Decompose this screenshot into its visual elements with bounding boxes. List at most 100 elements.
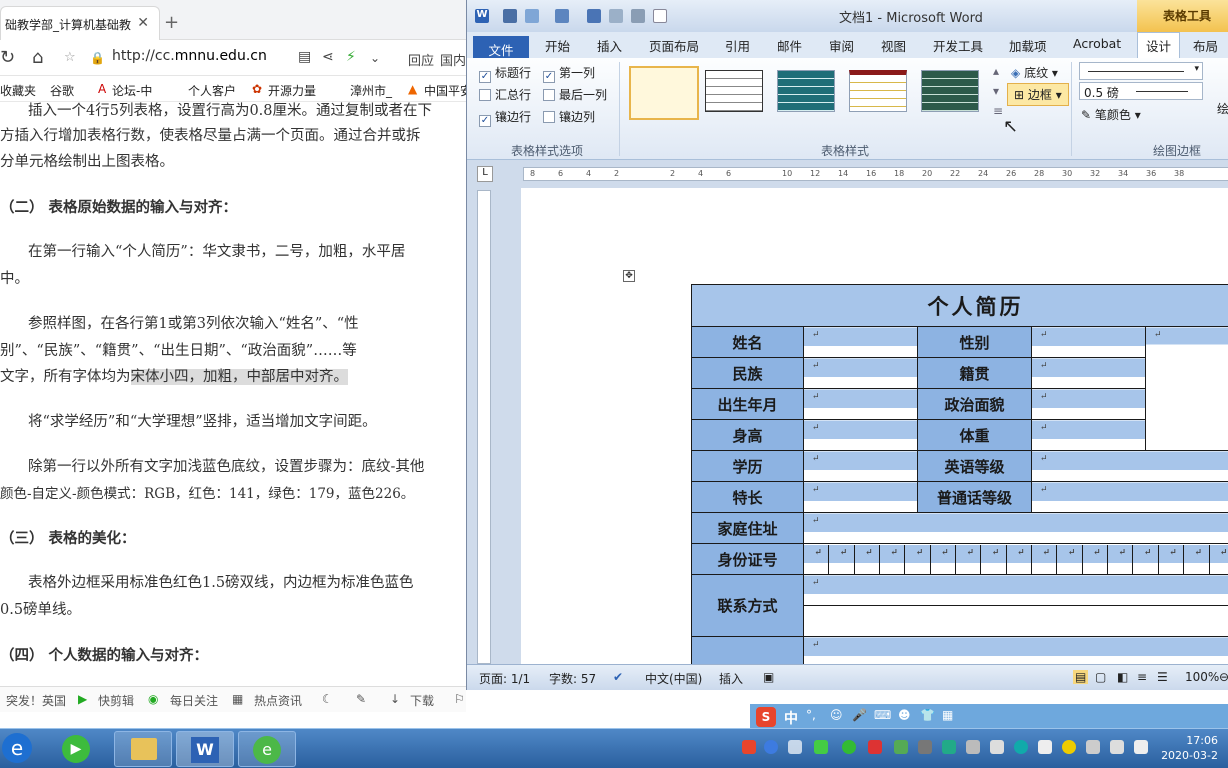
cell-birth[interactable]: ↵ xyxy=(803,388,918,420)
horizontal-ruler[interactable]: 8 6 4 2 2 4 6 10 12 14 16 18 20 22 24 26 28 30 32 34 36 38 xyxy=(523,167,1228,181)
taskbar-word[interactable]: W xyxy=(176,731,234,767)
table-style-gold[interactable] xyxy=(849,70,907,112)
checkbox-banded-rows[interactable]: ✓ 镶边行 xyxy=(479,108,531,127)
refresh-icon[interactable]: ↻ xyxy=(0,47,15,68)
bluetooth-icon[interactable] xyxy=(966,740,980,754)
label-english[interactable]: 英语等级 xyxy=(917,450,1032,482)
idcard-digit-cell[interactable]: ↵ xyxy=(1108,544,1134,574)
label-skill[interactable]: 特长 xyxy=(691,481,804,513)
security-icon[interactable] xyxy=(942,740,956,754)
status-news[interactable]: 突发！英国 xyxy=(6,692,66,709)
label-empty[interactable] xyxy=(691,636,804,668)
print-icon[interactable] xyxy=(631,9,645,23)
label-contact[interactable]: 联系方式 xyxy=(691,574,804,637)
reader-icon[interactable]: ▤ xyxy=(298,49,311,65)
gallery-down-icon[interactable]: ▾ xyxy=(993,84,999,98)
home-icon[interactable]: ⌂ xyxy=(32,47,43,68)
idcard-digit-cell[interactable]: ↵ xyxy=(880,544,906,574)
cell-address[interactable]: ↵ xyxy=(802,512,1228,544)
idcard-digit-cell[interactable]: ↵ xyxy=(930,544,957,574)
tray-plus-icon[interactable] xyxy=(1062,740,1076,754)
grid-icon[interactable]: ▦ xyxy=(942,708,953,722)
checkbox-total-row[interactable]: 汇总行 xyxy=(479,86,531,103)
vertical-ruler[interactable] xyxy=(477,190,491,664)
tab-acrobat[interactable]: Acrobat xyxy=(1073,36,1121,51)
idcard-digit-cell[interactable]: ↵ xyxy=(804,544,830,574)
text-effect-icon[interactable] xyxy=(525,9,539,23)
tab-developer[interactable]: 开发工具 xyxy=(933,36,983,55)
cell-ethnic[interactable]: ↵ xyxy=(803,357,918,389)
punct-icon[interactable]: °, xyxy=(806,708,816,722)
idcard-digit-cell[interactable]: ↵ xyxy=(981,544,1007,574)
tab-design[interactable]: 设计 xyxy=(1137,32,1181,58)
tab-references[interactable]: 引用 xyxy=(725,36,750,55)
cell-name[interactable]: ↵ xyxy=(803,326,918,358)
idcard-digit-cell[interactable]: ↵ xyxy=(1133,544,1159,574)
sogou-ime-icon[interactable]: S xyxy=(756,707,776,727)
label-weight[interactable]: 体重 xyxy=(917,419,1032,451)
chevron-down-icon[interactable]: ⌄ xyxy=(370,51,380,65)
print-preview-icon[interactable] xyxy=(609,9,623,23)
pen-color-button[interactable]: ✎ 笔颜色 ▾ xyxy=(1081,106,1141,123)
speaker-icon[interactable] xyxy=(1110,740,1124,754)
tray-play-icon[interactable] xyxy=(842,740,856,754)
user-icon[interactable]: ☻ xyxy=(898,708,911,722)
macro-icon[interactable]: ▣ xyxy=(763,670,774,684)
cell-english[interactable]: ↵ xyxy=(1030,450,1228,482)
draft-icon[interactable]: ☰ xyxy=(1157,670,1168,684)
bolt-icon[interactable]: ⚡ xyxy=(346,49,356,65)
label-ethnic[interactable]: 民族 xyxy=(691,357,804,389)
tray-alert-icon[interactable] xyxy=(868,740,882,754)
bookmark-forum[interactable]: 论坛-中 xyxy=(112,82,152,99)
label-politics[interactable]: 政治面貌 xyxy=(917,388,1032,420)
bookmark-personal[interactable]: 个人客户 xyxy=(188,82,236,99)
print-layout-icon[interactable]: ▤ xyxy=(1073,670,1089,684)
shading-button[interactable]: ◈ 底纹 ▾ xyxy=(1011,64,1058,81)
label-name[interactable]: 姓名 xyxy=(691,326,804,358)
browser-tab[interactable]: 础教学部_计算机基础教 ✕ xyxy=(0,6,160,40)
idcard-digit-cell[interactable]: ↵ xyxy=(1006,544,1033,574)
idcard-digit-cell[interactable]: ↵ xyxy=(1209,544,1228,574)
tray-sogou-icon[interactable] xyxy=(742,740,756,754)
bookmark-open-source[interactable]: 开源力量 xyxy=(268,82,316,99)
outline-icon[interactable]: ≡ xyxy=(1137,670,1147,684)
status-clip[interactable]: 快剪辑 xyxy=(98,692,134,709)
tab-home[interactable]: 开始 xyxy=(545,36,570,55)
media-player-icon[interactable]: ▶ xyxy=(62,735,90,763)
voice-icon[interactable]: 🎤 xyxy=(852,708,867,722)
bookmark-google[interactable]: 谷歌 xyxy=(50,82,74,99)
star-icon[interactable]: ☆ xyxy=(64,50,76,65)
close-icon[interactable]: ✕ xyxy=(137,15,149,31)
tab-addins[interactable]: 加载项 xyxy=(1009,36,1047,55)
cell-next[interactable]: ↵ xyxy=(802,636,1228,668)
document-page[interactable]: ✥ 个人简历 姓名 ↵ 性别 ↵ ↵ 民族 ↵ 籍贯 ↵ 出生年月 ↵ 政治面貌… xyxy=(521,188,1228,668)
resume-title[interactable]: 个人简历 xyxy=(690,284,1228,327)
keyboard-icon[interactable]: ⌨ xyxy=(874,708,891,722)
draw-table-button[interactable]: 绘制 xyxy=(1217,100,1228,117)
table-style-dark[interactable] xyxy=(921,70,979,112)
table-style-teal[interactable] xyxy=(777,70,835,112)
idcard-digit-cell[interactable]: ↵ xyxy=(905,544,931,574)
borders-button[interactable]: ⊞ 边框 ▾ xyxy=(1007,83,1069,106)
table-style-grid[interactable] xyxy=(629,66,699,120)
idcard-digit-cell[interactable]: ↵ xyxy=(1184,544,1210,574)
status-page[interactable]: 页面: 1/1 xyxy=(479,670,530,687)
taskbar-browser[interactable]: e xyxy=(238,731,296,767)
cell-gender[interactable]: ↵ xyxy=(1031,326,1146,358)
battery-icon[interactable] xyxy=(814,740,828,754)
status-daily[interactable]: 每日关注 xyxy=(170,692,218,709)
idcard-digit-cell[interactable]: ↵ xyxy=(854,544,881,574)
cell-skill[interactable]: ↵ xyxy=(803,481,918,513)
gallery-more-icon[interactable]: ≡ xyxy=(993,104,1003,118)
gallery-up-icon[interactable]: ▴ xyxy=(993,64,999,78)
cell-contact-2[interactable] xyxy=(802,605,1228,637)
cell-photo[interactable]: ↵ xyxy=(1144,326,1228,451)
checkbox-last-column[interactable]: 最后一列 xyxy=(543,86,607,103)
skin-icon[interactable]: 👕 xyxy=(920,708,935,722)
url-field[interactable]: http://cc.mnnu.edu.cn xyxy=(112,48,267,64)
tab-selector[interactable]: L xyxy=(477,166,493,182)
idcard-digit-cell[interactable]: ↵ xyxy=(1032,544,1058,574)
label-address[interactable]: 家庭住址 xyxy=(691,512,804,544)
checkbox-header-row[interactable]: ✓ 标题行 xyxy=(479,64,531,83)
label-origin[interactable]: 籍贯 xyxy=(917,357,1032,389)
